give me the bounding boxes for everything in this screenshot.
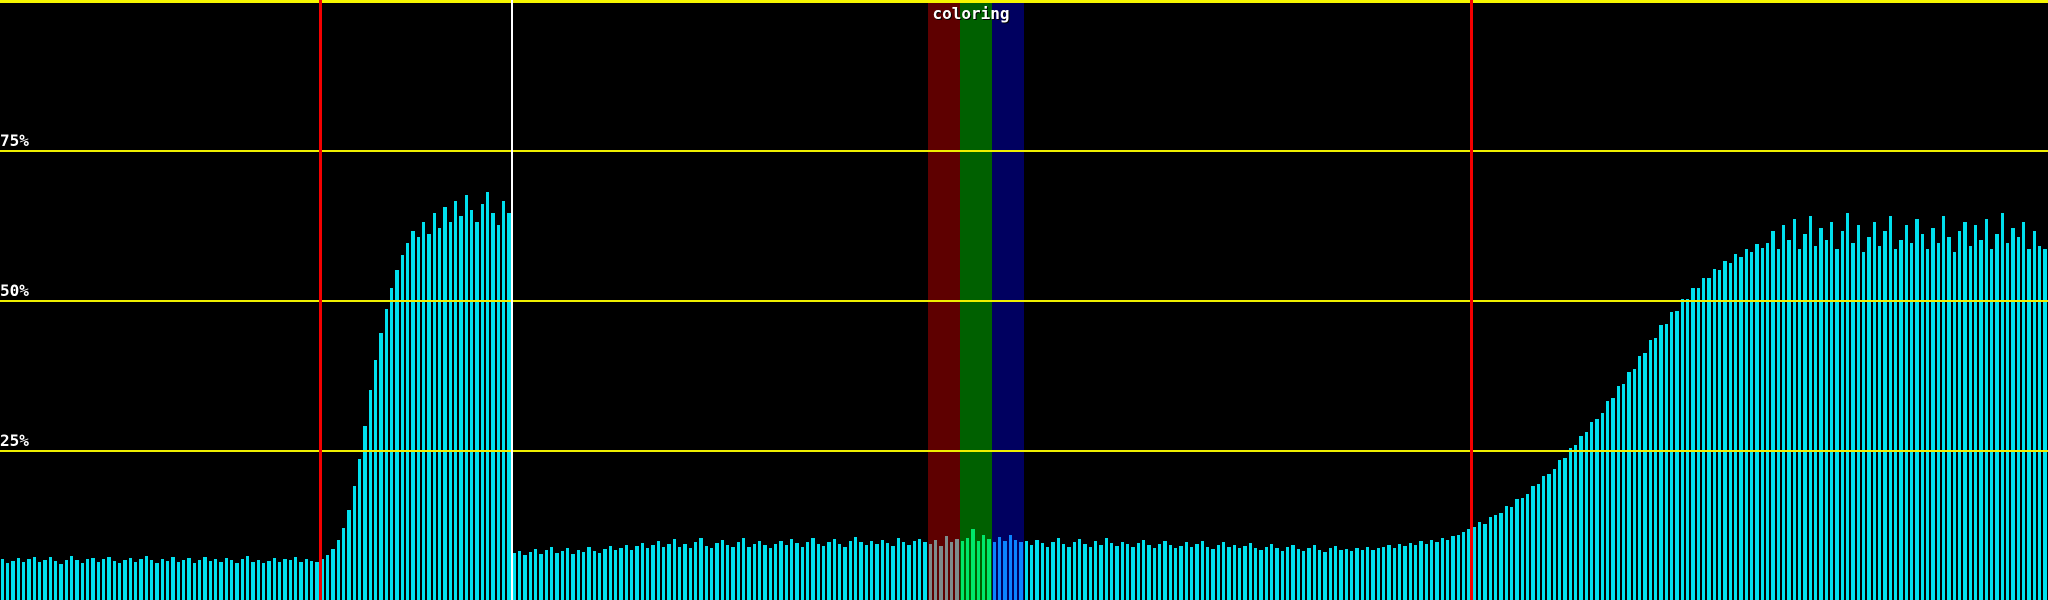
- y-axis-label-50: 50%: [0, 282, 29, 300]
- histogram-chart: coloring 75% 50% 25%: [0, 0, 2048, 600]
- y-axis-label-25: 25%: [0, 432, 29, 450]
- y-axis-label-75: 75%: [0, 132, 29, 150]
- coloring-label: coloring: [932, 4, 1009, 23]
- text-layer: coloring 75% 50% 25%: [0, 0, 2048, 600]
